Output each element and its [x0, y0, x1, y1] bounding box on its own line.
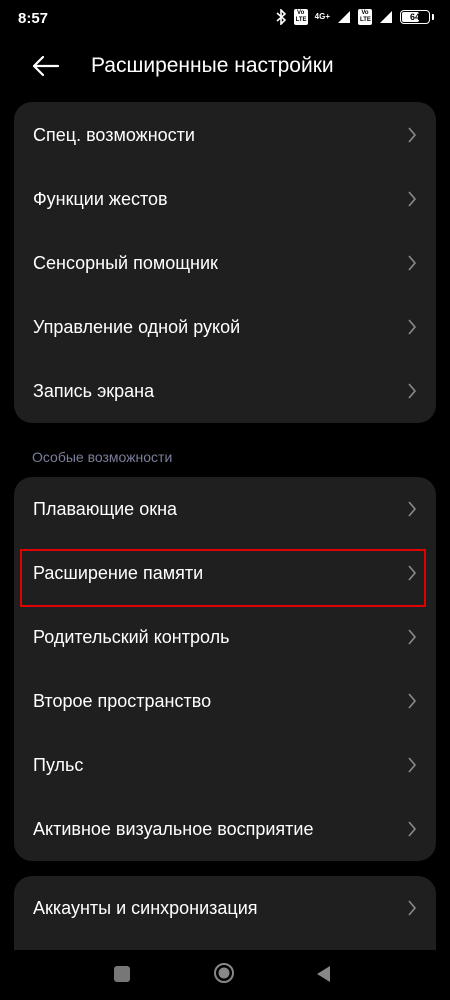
signal-icon-1	[338, 11, 350, 23]
navigation-bar	[0, 950, 450, 1000]
list-item-pulse[interactable]: Пульс	[14, 733, 436, 797]
list-item-label: Управление одной рукой	[33, 316, 241, 337]
back-arrow-icon[interactable]	[28, 52, 64, 80]
list-item-accounts-sync[interactable]: Аккаунты и синхронизация	[14, 876, 436, 940]
list-item-second-space[interactable]: Второе пространство	[14, 669, 436, 733]
list-item-gestures[interactable]: Функции жестов	[14, 167, 436, 231]
chevron-right-icon	[408, 565, 417, 581]
list-item-memory-extension[interactable]: Расширение памяти	[14, 541, 436, 607]
volte-badge-2: Vo LTE	[358, 9, 372, 25]
chevron-right-icon	[408, 900, 417, 916]
network-type: 4G+	[314, 12, 330, 21]
list-item-touch-assistant[interactable]: Сенсорный помощник	[14, 231, 436, 295]
battery-icon: 64	[400, 10, 430, 24]
settings-card-accounts: Аккаунты и синхронизация	[14, 876, 436, 950]
list-item-label: Плавающие окна	[33, 498, 178, 519]
status-time: 8:57	[18, 10, 49, 27]
chevron-right-icon	[408, 383, 417, 399]
settings-card-special-features: Плавающие окна Расширение памяти Родител…	[14, 477, 436, 861]
battery-level: 64	[409, 12, 420, 22]
header: Расширенные настройки	[0, 40, 450, 95]
list-item-floating-windows[interactable]: Плавающие окна	[14, 477, 436, 541]
battery-tip	[432, 14, 434, 20]
recents-button[interactable]	[114, 966, 130, 982]
chevron-right-icon	[408, 191, 417, 207]
chevron-right-icon	[408, 319, 417, 335]
list-item-screen-recording[interactable]: Запись экрана	[14, 359, 436, 423]
chevron-right-icon	[408, 757, 417, 773]
list-item-accessibility[interactable]: Спец. возможности	[14, 103, 436, 167]
list-item-label: Расширение памяти	[33, 562, 204, 583]
list-item-one-hand-mode[interactable]: Управление одной рукой	[14, 295, 436, 359]
card-inner: Спец. возможности Функции жестов Сенсорн…	[14, 102, 436, 423]
status-bar: 8:57 Vo LTE 4G+ Vo LTE 64	[0, 0, 450, 40]
list-item-active-visual-perception[interactable]: Активное визуальное восприятие	[14, 797, 436, 861]
list-item-label: Сенсорный помощник	[33, 252, 218, 273]
list-item-parental-control[interactable]: Родительский контроль	[14, 605, 436, 669]
home-button[interactable]	[213, 962, 235, 984]
list-item-label: Родительский контроль	[33, 626, 230, 647]
list-item-label: Второе пространство	[33, 690, 212, 711]
bluetooth-icon	[276, 9, 286, 25]
chevron-right-icon	[408, 127, 417, 143]
list-item-label: Запись экрана	[33, 380, 155, 401]
chevron-right-icon	[408, 821, 417, 837]
chevron-right-icon	[408, 255, 417, 271]
nav-back-button[interactable]	[314, 964, 332, 984]
list-item-label: Активное визуальное восприятие	[33, 818, 314, 839]
page-title: Расширенные настройки	[91, 54, 334, 77]
chevron-right-icon	[408, 693, 417, 709]
settings-card-general: Спец. возможности Функции жестов Сенсорн…	[14, 102, 436, 423]
status-icons: Vo LTE 4G+ Vo LTE 64	[275, 9, 434, 25]
section-header-special-features: Особые возможности	[32, 449, 173, 465]
chevron-right-icon	[408, 501, 417, 517]
list-item-label: Функции жестов	[33, 188, 168, 209]
chevron-right-icon	[408, 629, 417, 645]
signal-icon-2	[380, 11, 392, 23]
volte-badge-1: Vo LTE	[293, 9, 308, 25]
list-item-label: Пульс	[33, 754, 84, 775]
list-item-label: Спец. возможности	[33, 124, 195, 145]
list-item-label: Аккаунты и синхронизация	[33, 897, 258, 918]
